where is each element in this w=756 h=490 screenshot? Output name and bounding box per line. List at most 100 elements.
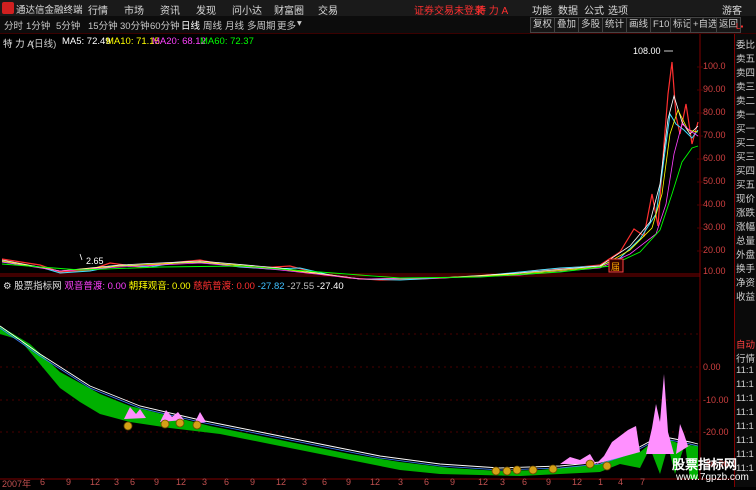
x-axis-label: 3 bbox=[398, 477, 404, 487]
chevron-down-icon[interactable]: ▾ bbox=[297, 18, 302, 29]
sidebar-label: 买五 bbox=[736, 180, 756, 191]
period-monthly[interactable]: 月线 bbox=[225, 18, 244, 32]
x-axis-label: 4 bbox=[618, 477, 624, 487]
x-axis-label: 6 bbox=[522, 477, 528, 487]
chart-svg bbox=[0, 34, 734, 480]
period-15min[interactable]: 15分钟 bbox=[88, 18, 118, 32]
sidebar-label: 买二 bbox=[736, 138, 756, 149]
badge-label: 届 bbox=[611, 262, 621, 272]
period-weekly[interactable]: 周线 bbox=[203, 18, 222, 32]
x-axis-label: 6 bbox=[40, 477, 46, 487]
gear-icon[interactable]: ⚙ bbox=[3, 281, 12, 292]
statistics-button[interactable]: 统计 bbox=[602, 17, 628, 33]
indicator-axis-label: -10.00 bbox=[703, 395, 729, 405]
indicator-label-3: 慈航普渡: bbox=[193, 281, 234, 292]
x-axis-label: 12 bbox=[90, 477, 101, 487]
menu-item-functions[interactable]: 功能 bbox=[532, 2, 552, 17]
trade-login-status[interactable]: 证券交易未登录 bbox=[414, 2, 484, 17]
menu-item-trade[interactable]: 交易 bbox=[318, 2, 338, 17]
indicator-value-4: -27.82 bbox=[257, 281, 285, 292]
sidebar-label: 委比 bbox=[736, 40, 756, 51]
period-intraday[interactable]: 分时 bbox=[4, 18, 23, 32]
x-axis-label: 3 bbox=[114, 477, 120, 487]
x-axis-label: 9 bbox=[250, 477, 256, 487]
period-daily[interactable]: 日线 bbox=[181, 18, 200, 32]
period-more[interactable]: 更多 bbox=[277, 18, 296, 32]
rights-adjust-button[interactable]: 复权 bbox=[530, 17, 556, 33]
current-stock-name: 特 力 A bbox=[476, 6, 509, 17]
sidebar-label: 外盘 bbox=[736, 250, 756, 261]
watermark-title: 股票指标网 bbox=[672, 457, 738, 472]
ma20-line bbox=[1, 123, 699, 280]
indicator-value-2: 0.00 bbox=[172, 281, 191, 292]
sidebar-label: 买一 bbox=[736, 124, 756, 135]
multi-stock-button[interactable]: 多股 bbox=[578, 17, 604, 33]
x-axis-label: 9 bbox=[546, 477, 552, 487]
price-axis-label: 90.00 bbox=[703, 84, 726, 94]
menu-bar: 通达信金融终端 行情 市场 资讯 发现 问小达 财富圈 交易 证券交易未登录 特… bbox=[0, 0, 756, 17]
period-60min[interactable]: 60分钟 bbox=[150, 18, 180, 32]
sidebar-label: 卖一 bbox=[736, 110, 756, 121]
sidebar-label: 净资 bbox=[736, 278, 756, 289]
draw-line-button[interactable]: 画线 bbox=[626, 17, 652, 33]
indicator-label-2: 朝拜观音: bbox=[128, 281, 170, 292]
x-axis-label: 12 bbox=[370, 477, 381, 487]
low-price-label: 2.65 bbox=[86, 256, 104, 266]
sidebar-quotes[interactable]: 行情 bbox=[736, 351, 755, 365]
period-multi[interactable]: 多周期 bbox=[247, 18, 276, 32]
x-axis-label: 6 bbox=[424, 477, 430, 487]
sidebar-label: 买四 bbox=[736, 166, 756, 177]
price-axis-label: 80.00 bbox=[703, 107, 726, 117]
peak-price-label: 108.00 bbox=[633, 46, 661, 56]
price-axis-label: 10.00 bbox=[703, 266, 726, 276]
x-axis-label: 6 bbox=[322, 477, 328, 487]
sidebar-auto[interactable]: 自动 bbox=[736, 337, 755, 351]
sidebar-label: 涨跌 bbox=[736, 208, 756, 219]
sidebar-label: 现价 bbox=[736, 194, 756, 205]
indicator-axis-label: -20.00 bbox=[703, 427, 729, 437]
menu-item-market[interactable]: 市场 bbox=[124, 2, 144, 17]
indicator-value-1: 0.00 bbox=[107, 281, 127, 292]
x-axis-label: 7 bbox=[640, 477, 646, 487]
price-axis-label: 60.00 bbox=[703, 153, 726, 163]
sidebar-tick-time: 11:1 bbox=[736, 435, 754, 446]
ma10-line bbox=[1, 108, 699, 280]
menu-item-formula[interactable]: 公式 bbox=[584, 2, 604, 17]
menu-item-discover[interactable]: 发现 bbox=[196, 2, 216, 17]
menu-item-data[interactable]: 数据 bbox=[558, 2, 578, 17]
menu-item-options[interactable]: 选项 bbox=[608, 2, 628, 17]
app-title: 通达信金融终端 bbox=[16, 5, 83, 16]
sidebar-label: 卖二 bbox=[736, 96, 756, 107]
menu-item-wealth-circle[interactable]: 财富圈 bbox=[274, 2, 304, 17]
sidebar-label: 换手 bbox=[736, 264, 756, 275]
indicator-green-band bbox=[0, 326, 698, 479]
x-axis-label: 6 bbox=[224, 477, 230, 487]
x-axis-label: 3 bbox=[302, 477, 308, 487]
price-axis-label: 40.00 bbox=[703, 199, 726, 209]
x-axis-label: 6 bbox=[130, 477, 136, 487]
menu-item-ask[interactable]: 问小达 bbox=[232, 2, 262, 17]
sidebar-tick-time: 11:1 bbox=[736, 379, 754, 390]
menu-item-market-quotes[interactable]: 行情 bbox=[88, 2, 108, 17]
x-axis-label: 3 bbox=[500, 477, 506, 487]
sidebar-logo-icon: L▪ bbox=[736, 22, 744, 31]
sidebar-tick-time: 11:1 bbox=[736, 393, 754, 404]
price-axis-label: 30.00 bbox=[703, 222, 726, 232]
sidebar-label: 收益 bbox=[736, 292, 756, 303]
sidebar-label: 涨幅 bbox=[736, 222, 756, 233]
indicator-axis-label: 0.00 bbox=[703, 362, 721, 372]
period-5min[interactable]: 5分钟 bbox=[56, 18, 80, 32]
x-axis-label: 2007年 bbox=[2, 479, 32, 489]
ma5-line bbox=[1, 94, 699, 280]
period-1min[interactable]: 1分钟 bbox=[26, 18, 50, 32]
sidebar-label: 卖三 bbox=[736, 82, 756, 93]
guest-user[interactable]: 游客 bbox=[722, 2, 742, 17]
overlay-button[interactable]: 叠加 bbox=[554, 17, 580, 33]
period-30min[interactable]: 30分钟 bbox=[120, 18, 150, 32]
x-axis-label: 12 bbox=[572, 477, 583, 487]
sidebar-label: 买三 bbox=[736, 152, 756, 163]
sidebar-tick-time: 11:1 bbox=[736, 449, 754, 460]
price-axis-label: 70.00 bbox=[703, 130, 726, 140]
indicator-value-5: -27.55 bbox=[287, 281, 315, 292]
menu-item-news[interactable]: 资讯 bbox=[160, 2, 180, 17]
